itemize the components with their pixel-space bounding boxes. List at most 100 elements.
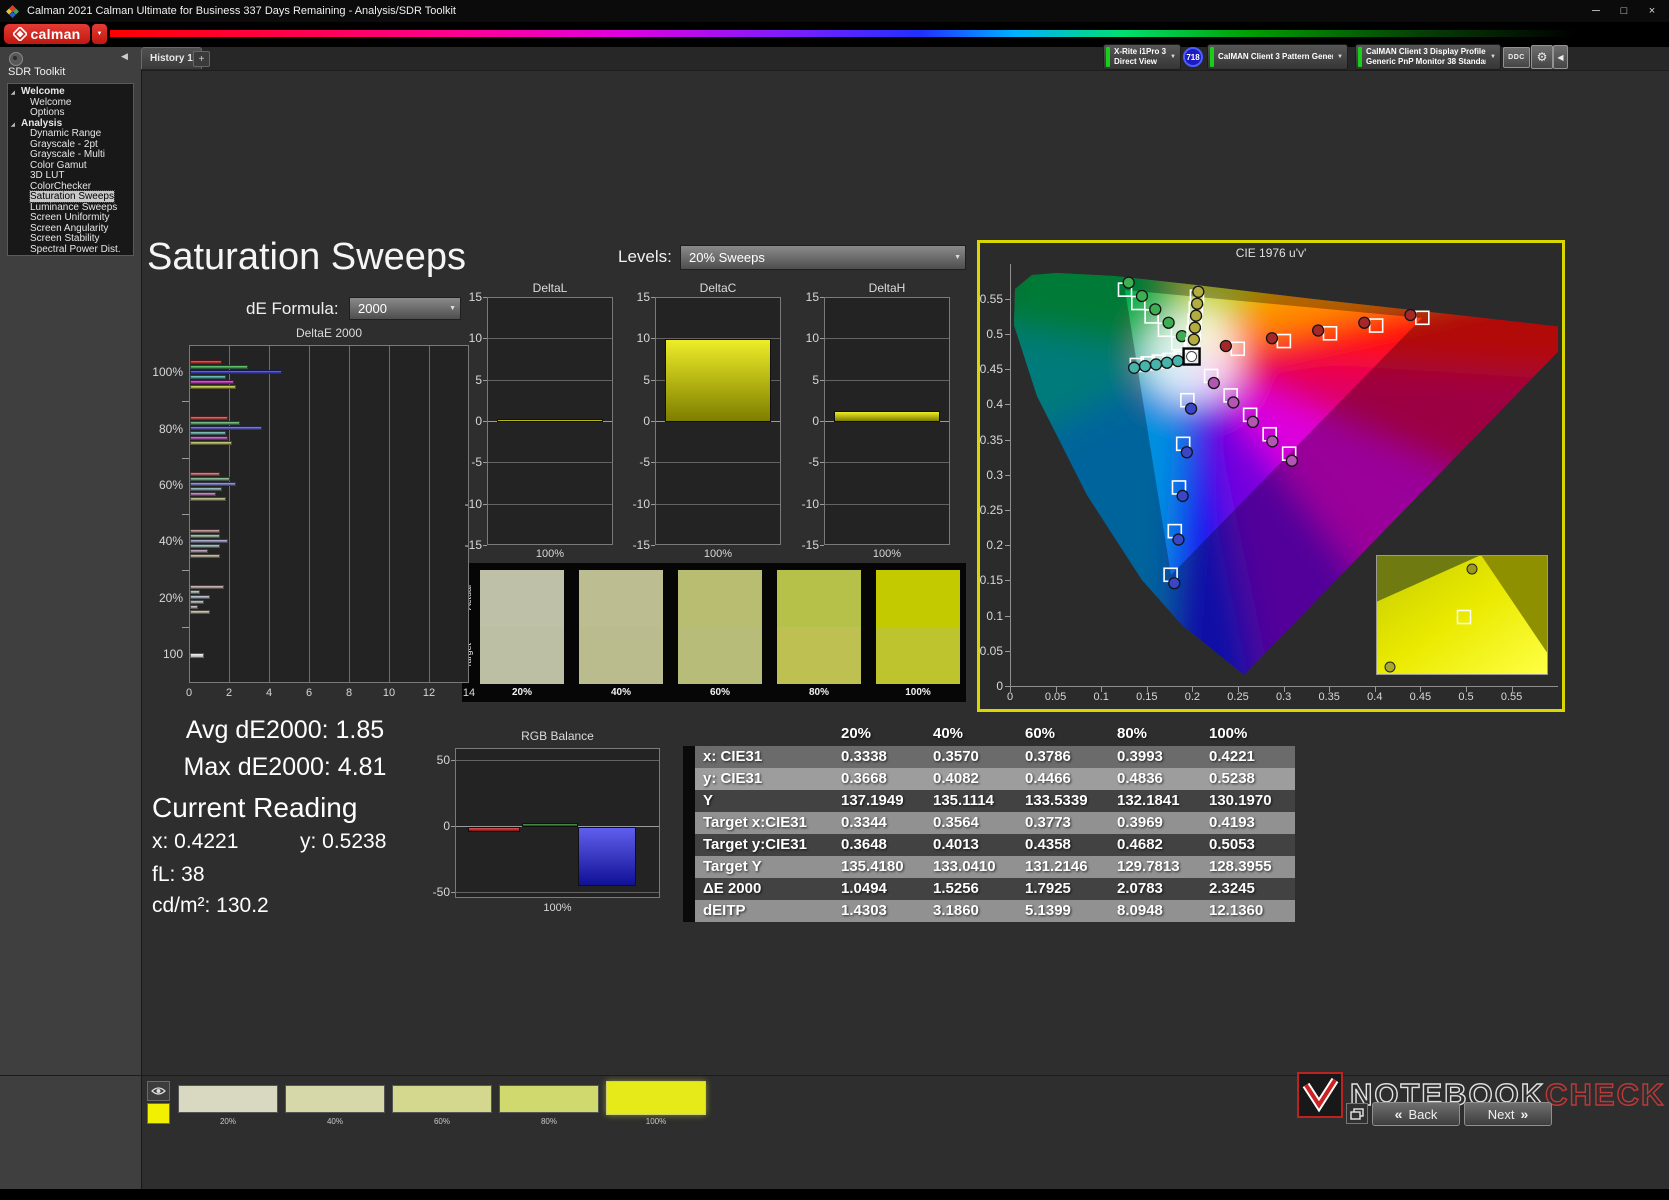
deltaC-ytick: 5 [643,372,650,387]
minimize-button[interactable]: ─ [1583,0,1609,22]
axis-tick [651,297,655,298]
measured-point-blue [1172,533,1185,546]
calman-logo[interactable]: calman [4,24,90,44]
level-thumb-20%[interactable] [178,1085,278,1113]
next-button[interactable]: Next » [1464,1102,1552,1126]
table-row[interactable]: Target x:CIE31 0.3344 0.3564 0.3773 0.3969 0.… [683,812,1295,834]
chevron-down-icon[interactable]: ▼ [1170,54,1176,60]
rgb-ytick: -50 [432,885,450,899]
table-row[interactable]: ΔE 2000 1.0494 1.5256 1.7925 2.0783 2.3245 [683,878,1295,900]
gridline [389,346,390,682]
gridline [456,826,659,827]
close-button[interactable]: × [1639,0,1665,22]
tree-item-spectral-power-dist[interactable]: Spectral Power Dist. [8,244,133,256]
gear-icon[interactable]: ⚙ [1531,45,1553,69]
de2000-group-label: 40% [158,534,183,549]
meter-device-button[interactable]: X-Rite i1Pro 3 Direct View ▼ [1103,44,1181,70]
deltaC-ytick: 15 [636,290,650,304]
back-button[interactable]: « Back [1372,1102,1460,1126]
row-handle [683,856,695,878]
row-handle [683,746,695,768]
table-cell: 130.1970 [1209,792,1272,809]
workflow-record-button[interactable] [9,52,23,66]
table-row[interactable]: Y 137.1949 135.1114 133.5339 132.1841 130.197… [683,790,1295,812]
cie-inset-zoom [1376,555,1548,675]
de2000-group-label: 20% [158,590,183,605]
de2000-bar-100% [190,369,282,374]
level-thumb-80%[interactable] [499,1085,599,1113]
row-handle [683,790,695,812]
table-col-header: 60% [1025,725,1056,742]
logo-menu-button[interactable]: ▼ [92,24,107,44]
table-row[interactable]: Target Y 135.4180 133.0410 131.2146 129.7813… [683,856,1295,878]
de2000-bar-80% [190,421,240,425]
axis-tick [820,421,824,422]
gridline [309,346,310,682]
axis-tick [483,297,487,298]
levels-dropdown[interactable]: 20% Sweeps ▼ [680,245,966,270]
table-row[interactable]: dEITP 1.4303 3.1860 5.1399 8.0948 12.1360 [683,900,1295,922]
target-label: Target [463,642,473,668]
deltaC-plot [655,297,781,545]
formula-dropdown[interactable]: 2000 ▼ [349,297,461,320]
table-row[interactable]: y: CIE31 0.3668 0.4082 0.4466 0.4836 0.5238 [683,768,1295,790]
swatch-level-label: 60% [709,687,730,698]
pattern-generator-button[interactable]: CalMAN Client 3 Pattern Generator ▼ [1207,44,1348,70]
titlebar: Calman 2021 Calman Ultimate for Business… [0,0,1669,22]
table-row[interactable]: Target y:CIE31 0.3648 0.4013 0.4358 0.4682 0.… [683,834,1295,856]
meter-count-badge[interactable]: 718 [1183,47,1203,67]
level-thumb-60%[interactable] [392,1085,492,1113]
de2000-bar-40% [190,548,208,553]
axis-tick [483,503,487,505]
measured-point-red [1358,316,1371,329]
deltaH-category: 100% [872,548,902,560]
tree-item-welcome[interactable]: Welcome [8,96,133,109]
cie-chart-panel[interactable]: CIE 1976 u'v' [977,240,1580,712]
deltaH-ytick: 5 [812,372,819,387]
page-title: Saturation Sweeps [147,236,466,278]
current-color-swatch[interactable] [147,1103,170,1124]
tree-item-label: Luminance Sweeps [30,201,118,213]
gridline [488,462,612,464]
actual-swatch-60% [678,570,762,627]
measured-point-blue [1168,577,1181,590]
maximize-button[interactable]: □ [1611,0,1637,22]
gridline [488,338,612,340]
table-cell: 0.3786 [1025,748,1071,765]
add-tab-button[interactable]: + [193,51,210,67]
measured-point-magenta [1227,396,1240,409]
table-cell: 0.3648 [841,836,887,853]
levels-label: Levels: [618,247,672,266]
table-col-header: 40% [933,725,964,742]
chevron-down-icon[interactable]: ▼ [1490,54,1496,60]
axis-tick [182,570,189,572]
inset-measured-point [1384,661,1396,673]
footer-divider [0,1075,1669,1076]
calman-app-window: Calman 2021 Calman Ultimate for Business… [0,0,1669,1200]
axis-tick [182,626,189,628]
measured-point-yellow [1192,285,1205,298]
reading-y: y: 0.5238 [300,830,387,853]
level-thumb-40%[interactable] [285,1085,385,1113]
table-cell: 133.5339 [1025,792,1088,809]
ddc-button[interactable]: DDC [1503,47,1530,68]
table-row[interactable]: x: CIE31 0.3338 0.3570 0.3786 0.3993 0.4221 [683,746,1295,768]
display-profiler-button[interactable]: CalMAN Client 3 Display Profiler Generic… [1355,44,1501,70]
chevron-down-icon[interactable]: ▼ [1337,54,1343,60]
measured-point-magenta [1266,435,1279,448]
tree-item-label: Welcome [30,96,72,108]
tree-item-color-gamut[interactable]: Color Gamut [8,160,133,172]
sidebar-collapse-icon[interactable]: ◀ [121,51,128,62]
deltaC-ytick: -5 [639,455,650,470]
gridline [488,379,612,381]
detach-window-button[interactable] [1346,1103,1368,1124]
de2000-xtick: 8 [345,687,353,699]
preview-toggle-button[interactable] [147,1081,170,1101]
row-handle [683,768,695,790]
axis-tick [451,826,455,827]
table-cell: 0.3993 [1117,748,1163,765]
de2000-bar-100% [190,374,226,379]
level-thumb-100%[interactable] [606,1081,706,1115]
panel-collapse-icon[interactable]: ◀ [1553,45,1568,69]
de2000-bar-100% [190,359,222,364]
